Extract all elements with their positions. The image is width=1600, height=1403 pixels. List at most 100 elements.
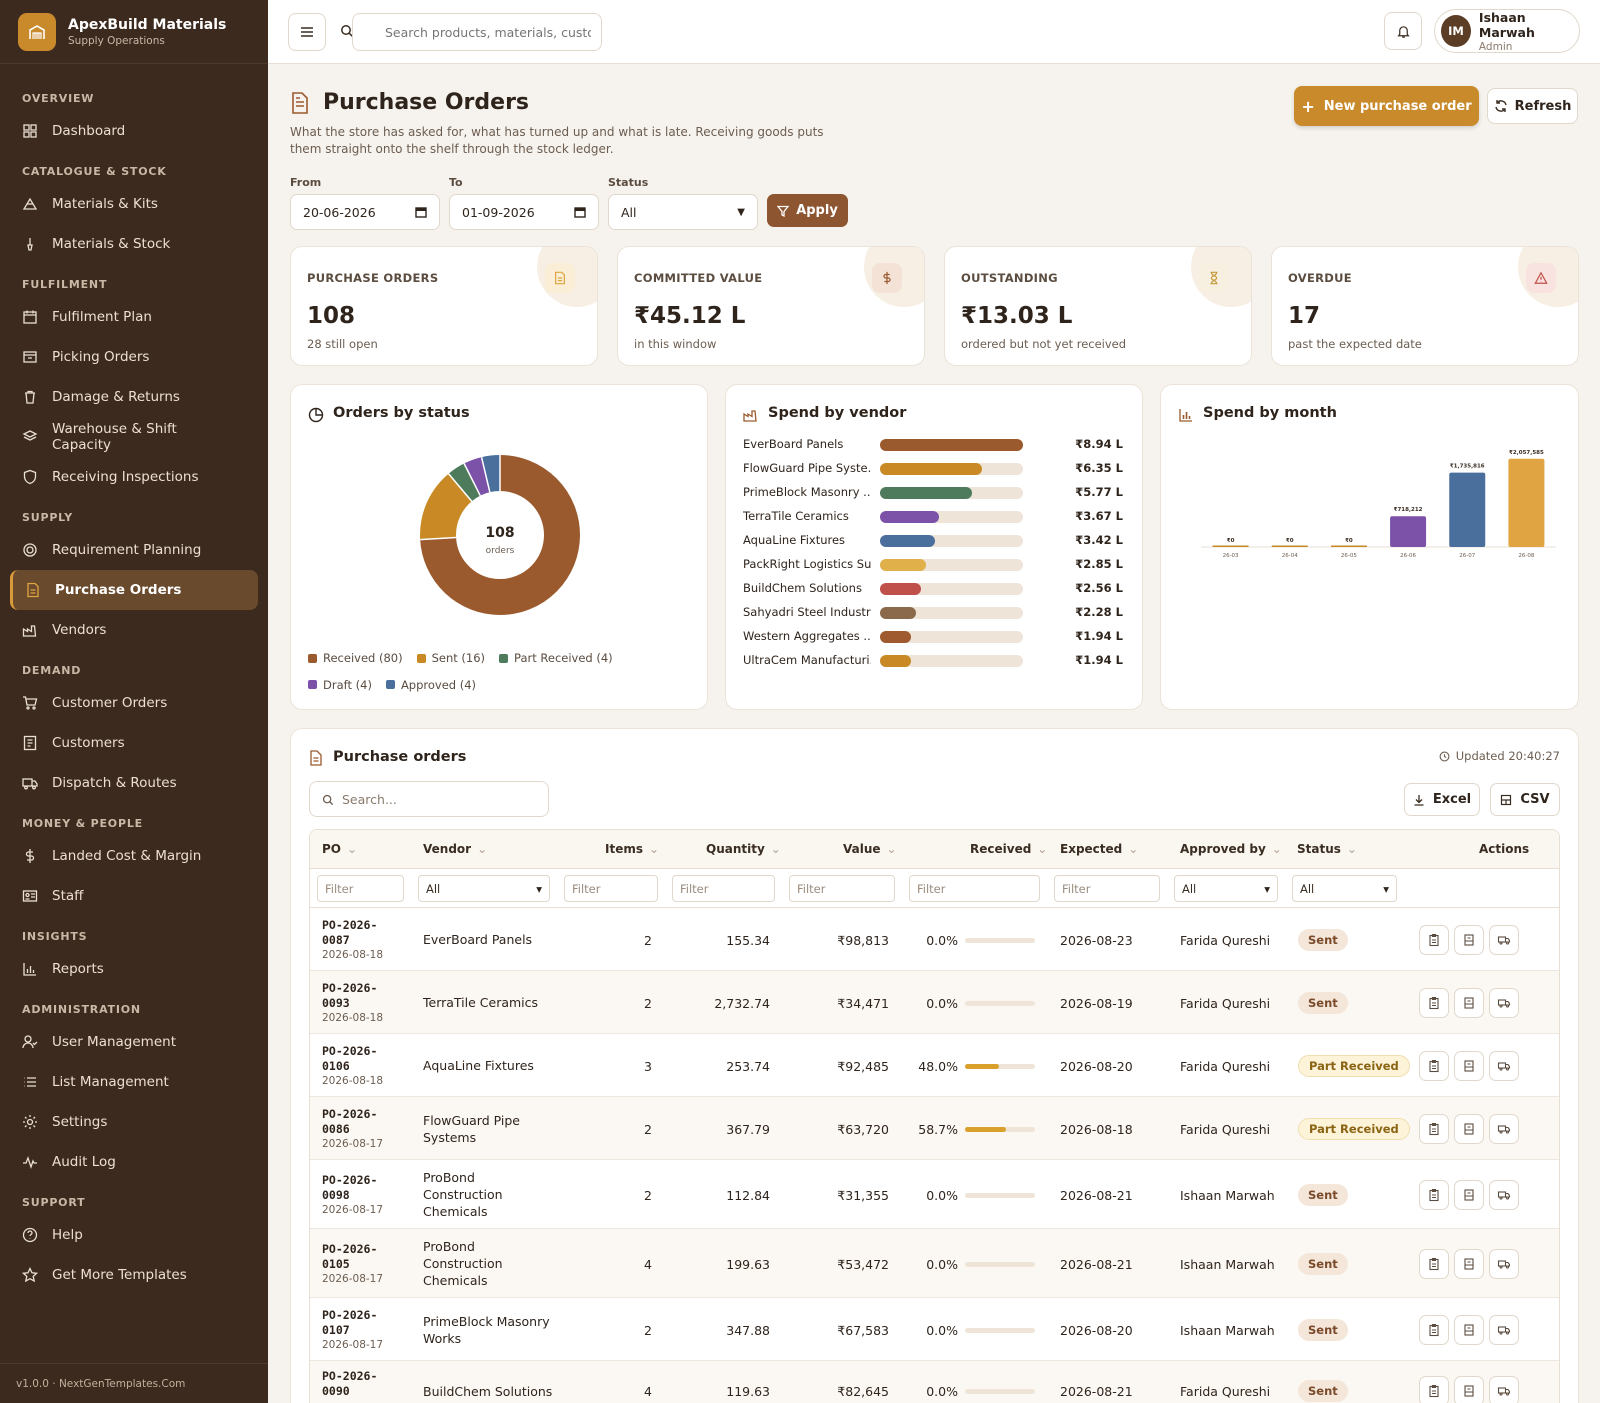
- receive-button[interactable]: [1454, 1113, 1484, 1144]
- column-filter-select[interactable]: All ▾: [1174, 875, 1278, 902]
- vendor-bar-row[interactable]: EverBoard Panels ₹8.94 L: [743, 433, 1123, 457]
- sidebar-item-dispatch-routes[interactable]: Dispatch & Routes: [10, 763, 258, 803]
- table-search-input[interactable]: Search...: [309, 781, 549, 817]
- column-header-vendor[interactable]: Vendor ⌄: [423, 842, 487, 856]
- receive-button[interactable]: [1454, 987, 1484, 1018]
- po-number[interactable]: PO-2026- 0105 2026-08-17: [322, 1242, 383, 1287]
- vendor-bar-row[interactable]: FlowGuard Pipe Syste... ₹6.35 L: [743, 457, 1123, 481]
- column-filter-input[interactable]: Filter: [789, 875, 895, 902]
- vendor-bar-row[interactable]: PackRight Logistics Su... ₹2.85 L: [743, 553, 1123, 577]
- sidebar-item-vendors[interactable]: Vendors: [10, 610, 258, 650]
- vendor-bar-row[interactable]: UltraCem Manufacturi... ₹1.94 L: [743, 649, 1123, 673]
- column-header-expected[interactable]: Expected ⌄: [1060, 842, 1138, 856]
- sidebar-item-customers[interactable]: Customers: [10, 723, 258, 763]
- column-filter-input[interactable]: Filter: [317, 875, 404, 902]
- table-row[interactable]: PO-2026- 0106 2026-08-18 AquaLine Fixtures 3…: [310, 1034, 1559, 1097]
- receive-button[interactable]: [1454, 1179, 1484, 1210]
- receive-button[interactable]: [1454, 1376, 1484, 1403]
- vendor-bar-row[interactable]: TerraTile Ceramics ₹3.67 L: [743, 505, 1123, 529]
- sidebar-item-warehouse-shift-capacity[interactable]: Warehouse & Shift Capacity: [10, 417, 258, 457]
- user-menu[interactable]: IM Ishaan Marwah Admin: [1434, 9, 1580, 53]
- column-header-po[interactable]: PO ⌄: [322, 842, 357, 856]
- po-number[interactable]: PO-2026- 0107 2026-08-17: [322, 1308, 383, 1353]
- menu-toggle-button[interactable]: [288, 13, 326, 51]
- table-row[interactable]: PO-2026- 0086 2026-08-17 FlowGuard Pipe Syst…: [310, 1097, 1559, 1160]
- po-number[interactable]: PO-2026- 0087 2026-08-18: [322, 918, 383, 963]
- table-row[interactable]: PO-2026- 0098 2026-08-17 ProBond Constructio…: [310, 1160, 1559, 1229]
- month-bar[interactable]: [1271, 545, 1308, 548]
- column-filter-input[interactable]: Filter: [564, 875, 658, 902]
- dispatch-button[interactable]: [1489, 1113, 1519, 1144]
- column-filter-input[interactable]: Filter: [1054, 875, 1160, 902]
- table-row[interactable]: PO-2026- 0087 2026-08-18 EverBoard Panels 2 1…: [310, 908, 1559, 971]
- column-filter-input[interactable]: Filter: [672, 875, 775, 902]
- sidebar-item-staff[interactable]: Staff: [10, 876, 258, 916]
- status-select[interactable]: All ▼: [608, 194, 758, 230]
- view-button[interactable]: [1419, 1113, 1449, 1144]
- notifications-button[interactable]: [1384, 12, 1422, 50]
- po-number[interactable]: PO-2026- 0090: [322, 1369, 377, 1399]
- po-number[interactable]: PO-2026- 0093 2026-08-18: [322, 981, 383, 1026]
- sidebar-item-purchase-orders[interactable]: Purchase Orders: [10, 570, 258, 610]
- dispatch-button[interactable]: [1489, 1376, 1519, 1403]
- column-filter-select[interactable]: All ▾: [418, 875, 550, 902]
- refresh-button[interactable]: Refresh: [1487, 88, 1578, 124]
- month-bar[interactable]: [1449, 472, 1486, 547]
- global-search-input[interactable]: [353, 14, 601, 50]
- sidebar-item-requirement-planning[interactable]: Requirement Planning: [10, 530, 258, 570]
- month-bar[interactable]: [1508, 458, 1545, 547]
- dispatch-button[interactable]: [1489, 1050, 1519, 1081]
- sidebar-item-audit-log[interactable]: Audit Log: [10, 1142, 258, 1182]
- table-row[interactable]: PO-2026- 0107 2026-08-17 PrimeBlock Masonry…: [310, 1298, 1559, 1361]
- new-purchase-order-button[interactable]: + New purchase order: [1294, 86, 1479, 126]
- apply-button[interactable]: Apply: [767, 194, 848, 227]
- dispatch-button[interactable]: [1489, 987, 1519, 1018]
- column-header-items[interactable]: Items ⌄: [605, 842, 659, 856]
- sidebar-item-materials-kits[interactable]: Materials & Kits: [10, 184, 258, 224]
- sidebar-item-customer-orders[interactable]: Customer Orders: [10, 683, 258, 723]
- sidebar-item-damage-returns[interactable]: Damage & Returns: [10, 377, 258, 417]
- to-date-input[interactable]: 01-09-2026: [449, 194, 599, 230]
- vendor-bar-row[interactable]: AquaLine Fixtures ₹3.42 L: [743, 529, 1123, 553]
- sidebar-item-user-management[interactable]: User Management: [10, 1022, 258, 1062]
- sidebar-item-dashboard[interactable]: Dashboard: [10, 111, 258, 151]
- sidebar-item-landed-cost-margin[interactable]: Landed Cost & Margin: [10, 836, 258, 876]
- column-header-approved-by[interactable]: Approved by ⌄: [1180, 842, 1282, 856]
- sidebar-item-reports[interactable]: Reports: [10, 949, 258, 989]
- po-number[interactable]: PO-2026- 0098 2026-08-17: [322, 1173, 383, 1218]
- global-search[interactable]: [352, 13, 602, 51]
- table-row[interactable]: PO-2026- 0090 BuildChem Solutions 4 119.63 ₹8…: [310, 1361, 1559, 1403]
- receive-button[interactable]: [1454, 1248, 1484, 1279]
- view-button[interactable]: [1419, 987, 1449, 1018]
- from-date-input[interactable]: 20-06-2026: [290, 194, 440, 230]
- export-excel-button[interactable]: Excel: [1404, 783, 1480, 816]
- column-filter-select[interactable]: All ▾: [1292, 875, 1397, 902]
- table-row[interactable]: PO-2026- 0093 2026-08-18 TerraTile Ceramics…: [310, 971, 1559, 1034]
- sidebar-item-picking-orders[interactable]: Picking Orders: [10, 337, 258, 377]
- sidebar-item-receiving-inspections[interactable]: Receiving Inspections: [10, 457, 258, 497]
- vendor-bar-row[interactable]: Western Aggregates ... ₹1.94 L: [743, 625, 1123, 649]
- po-number[interactable]: PO-2026- 0086 2026-08-17: [322, 1107, 383, 1152]
- table-row[interactable]: PO-2026- 0105 2026-08-17 ProBond Constructio…: [310, 1229, 1559, 1298]
- column-filter-input[interactable]: Filter: [909, 875, 1040, 902]
- dispatch-button[interactable]: [1489, 924, 1519, 955]
- sidebar-item-materials-stock[interactable]: Materials & Stock: [10, 224, 258, 264]
- receive-button[interactable]: [1454, 1050, 1484, 1081]
- receive-button[interactable]: [1454, 924, 1484, 955]
- column-header-actions[interactable]: Actions: [1479, 842, 1529, 856]
- po-number[interactable]: PO-2026- 0106 2026-08-18: [322, 1044, 383, 1089]
- month-bar[interactable]: [1212, 545, 1249, 548]
- dispatch-button[interactable]: [1489, 1248, 1519, 1279]
- month-bar[interactable]: [1330, 545, 1367, 548]
- view-button[interactable]: [1419, 924, 1449, 955]
- dispatch-button[interactable]: [1489, 1179, 1519, 1210]
- sidebar-item-help[interactable]: Help: [10, 1215, 258, 1255]
- dispatch-button[interactable]: [1489, 1314, 1519, 1345]
- sidebar-item-get-more-templates[interactable]: Get More Templates: [10, 1255, 258, 1295]
- receive-button[interactable]: [1454, 1314, 1484, 1345]
- column-header-quantity[interactable]: Quantity ⌄: [706, 842, 781, 856]
- view-button[interactable]: [1419, 1376, 1449, 1403]
- column-header-received[interactable]: Received ⌄: [970, 842, 1047, 856]
- export-csv-button[interactable]: CSV: [1490, 783, 1560, 816]
- column-header-value[interactable]: Value ⌄: [843, 842, 897, 856]
